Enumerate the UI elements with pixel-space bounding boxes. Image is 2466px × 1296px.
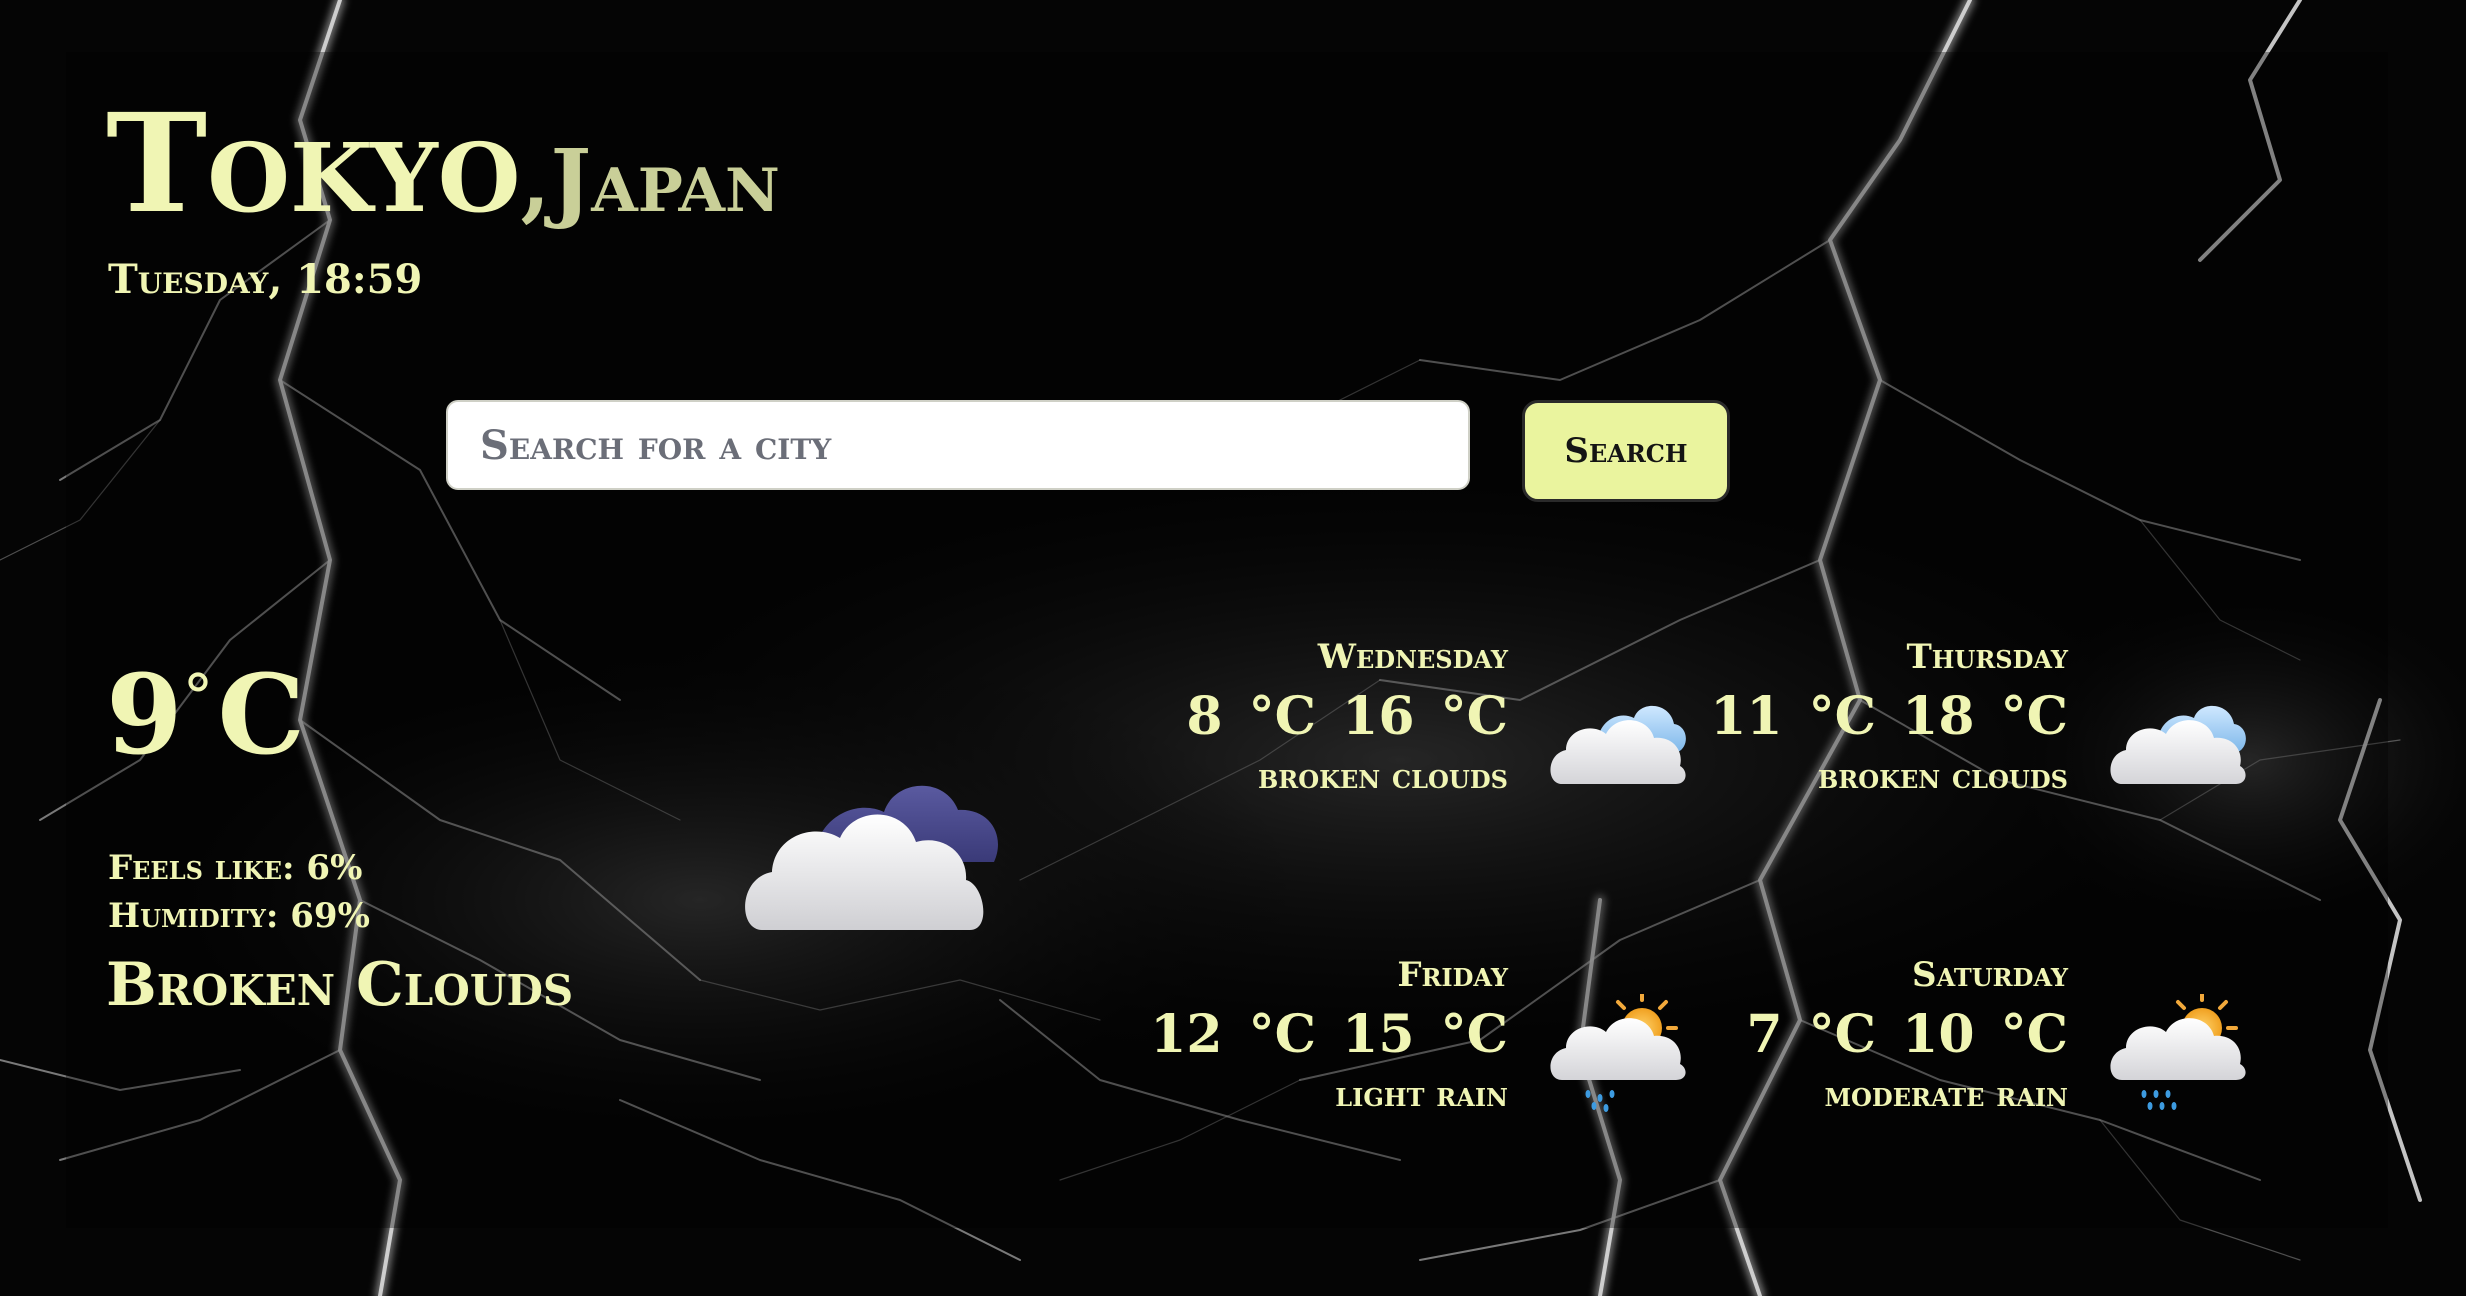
country-name: ,Japan — [520, 131, 780, 232]
current-condition: Broken Clouds — [106, 950, 574, 1020]
forecast-temps: 11 °C 18 °C — [1710, 686, 2068, 747]
broken-clouds-icon — [745, 785, 998, 930]
forecast-day-name: Thursday — [1906, 637, 2068, 677]
forecast-day-name: Saturday — [1912, 955, 2068, 995]
current-date-time: Tuesday, 18:59 — [108, 256, 423, 303]
forecast-day-name: Wednesday — [1317, 637, 1508, 677]
forecast-temps: 7 °C 10 °C — [1746, 1004, 2068, 1065]
feels-like: Feels like: 6% — [108, 848, 363, 888]
forecast-description: moderate rain — [1824, 1075, 2068, 1115]
forecast-description: broken clouds — [1257, 757, 1508, 797]
location-heading: Tokyo,Japan — [106, 96, 780, 232]
forecast-temps: 12 °C 15 °C — [1150, 1004, 1508, 1065]
forecast-day-name: Friday — [1397, 955, 1508, 995]
humidity: Humidity: 69% — [108, 896, 370, 936]
degree-symbol: ° — [182, 660, 214, 733]
forecast-description: broken clouds — [1817, 757, 2068, 797]
search-input[interactable] — [446, 400, 1470, 490]
search-button[interactable]: Search — [1522, 400, 1730, 502]
forecast-description: light rain — [1335, 1075, 1508, 1115]
moderate-rain-icon — [2110, 994, 2246, 1110]
forecast-temps: 8 °C 16 °C — [1186, 686, 1508, 747]
current-temperature: 9°C — [106, 650, 306, 779]
city-name: Tokyo — [106, 84, 521, 244]
broken-clouds-icon — [2110, 705, 2246, 784]
